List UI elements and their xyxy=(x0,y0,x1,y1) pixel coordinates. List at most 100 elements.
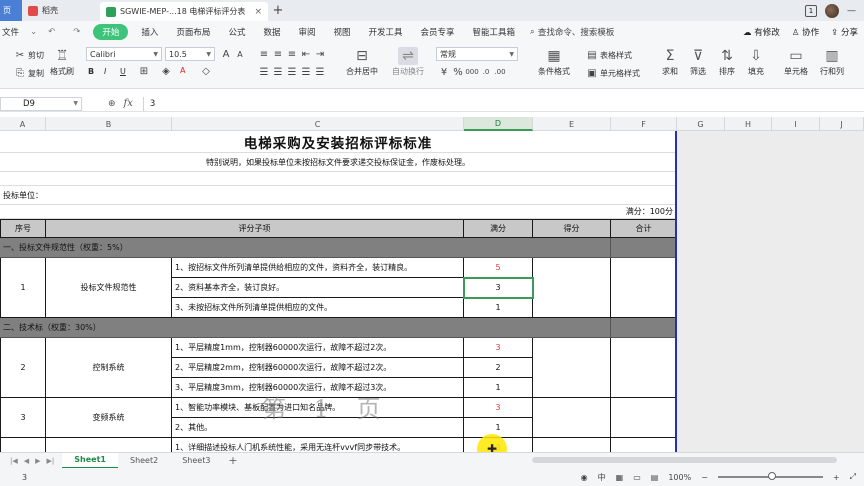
menu-file[interactable]: 文件 xyxy=(0,26,28,38)
column-header-a[interactable]: A xyxy=(0,117,46,131)
sheet-tab-3[interactable]: Sheet3 xyxy=(170,453,222,469)
zoom-out-icon[interactable]: − xyxy=(701,473,708,482)
formula-input[interactable]: 3 xyxy=(142,96,864,111)
menu-formula[interactable]: 公式 xyxy=(219,26,254,38)
font-size-select[interactable]: 10.5 ▼ xyxy=(165,47,215,61)
section-total-cell[interactable] xyxy=(611,318,677,338)
new-tab-button[interactable]: + xyxy=(268,0,288,21)
name-box[interactable]: D9 ▼ xyxy=(0,96,82,111)
horizontal-scrollbar[interactable] xyxy=(532,457,837,463)
menu-view[interactable]: 视图 xyxy=(324,26,359,38)
input-mode[interactable]: 中 xyxy=(598,472,606,483)
italic-button[interactable]: I xyxy=(104,67,106,76)
sheet-title[interactable]: 电梯采购及安装招标评标标准 xyxy=(0,131,677,153)
total-cell[interactable] xyxy=(611,438,677,452)
column-header-j[interactable]: J xyxy=(820,117,864,131)
format-painter-button[interactable]: ♖ 格式刷 xyxy=(50,47,74,77)
menu-home[interactable]: 开始 xyxy=(93,24,129,40)
header-full[interactable]: 满分 xyxy=(464,219,533,238)
close-tab-icon[interactable]: × xyxy=(254,7,262,17)
zoom-level[interactable]: 100% xyxy=(668,473,691,482)
header-total[interactable]: 合计 xyxy=(611,219,677,238)
cut-button[interactable]: ✂ 剪切 xyxy=(14,49,44,61)
total-cell[interactable] xyxy=(611,338,677,398)
sort-button[interactable]: ⇅ 排序 xyxy=(717,47,737,77)
menu-undo-icon[interactable]: ↶ xyxy=(39,27,64,37)
tab-home[interactable]: 页 xyxy=(0,0,22,21)
total-cell[interactable] xyxy=(611,398,677,438)
align-top-group[interactable]: ≡ ≡ ≡ ⇤ ⇥ xyxy=(258,48,326,60)
font-color-button[interactable]: A xyxy=(180,66,185,75)
score-cell[interactable] xyxy=(533,438,611,452)
criteria-cell[interactable]: 3、未按招标文件所列清单提供相应的文件。 xyxy=(172,298,464,318)
menu-smart-toolbox[interactable]: 智能工具箱 xyxy=(464,26,525,38)
share-button[interactable]: ⇪ 分享 xyxy=(831,26,858,38)
sheet-note[interactable]: 特别说明，如果投标单位未按招标文件要求递交投标保证金，作废标处理。 xyxy=(0,153,677,172)
column-header-h[interactable]: H xyxy=(725,117,772,131)
add-sheet-button[interactable]: + xyxy=(222,454,243,467)
menu-redo-icon[interactable]: ↷ xyxy=(64,27,89,37)
menu-insert[interactable]: 插入 xyxy=(132,26,167,38)
prev-sheet-icon[interactable]: ◀ xyxy=(24,457,29,465)
full-score-cell[interactable]: 1 xyxy=(464,298,533,318)
blank-row[interactable] xyxy=(0,172,677,186)
sheet-tab-1[interactable]: Sheet1 xyxy=(62,452,118,469)
avatar[interactable] xyxy=(825,3,839,18)
next-sheet-icon[interactable]: ▶ xyxy=(35,457,40,465)
clear-format-button[interactable]: ◇ xyxy=(200,65,212,77)
group-name[interactable] xyxy=(46,438,172,452)
bold-button[interactable]: B xyxy=(88,67,94,76)
full-score-cell[interactable]: 3 xyxy=(464,398,533,418)
column-header-e[interactable]: E xyxy=(533,117,611,131)
number-format-group[interactable]: ¥% 000.0.00 xyxy=(438,66,506,78)
criteria-cell[interactable]: 2、资料基本齐全，装订良好。 xyxy=(172,278,464,298)
criteria-cell[interactable]: 1、详细描述投标人门机系统性能，采用无连杆vvvf同步带技术。 xyxy=(172,438,464,452)
page-break-view-icon[interactable]: ▤ xyxy=(651,473,659,482)
section-row[interactable]: 二、技术标（权重：30%） xyxy=(0,318,611,338)
fill-color-button[interactable]: ◈ xyxy=(160,65,172,77)
modified-button[interactable]: ☁ 有修改 xyxy=(743,26,780,38)
border-button[interactable]: ⊞ xyxy=(138,65,150,77)
group-no[interactable]: 1 xyxy=(0,258,46,318)
zoom-in-icon[interactable]: + xyxy=(833,473,840,482)
full-score-cell[interactable]: 1 xyxy=(464,378,533,398)
sum-button[interactable]: Σ 求和 xyxy=(660,47,680,77)
cell-button[interactable]: ▭ 单元格 xyxy=(784,47,808,77)
total-cell[interactable] xyxy=(611,258,677,318)
section-row[interactable]: 一、投标文件规范性（权重：5%） xyxy=(0,238,611,258)
group-name[interactable]: 控制系统 xyxy=(46,338,172,398)
align-horizontal-group[interactable]: ☰ ☰ ☰ ☰ ☰ xyxy=(258,66,326,78)
font-name-select[interactable]: Calibri ▼ xyxy=(86,47,162,61)
wrap-text-button[interactable]: ⇌ 自动换行 xyxy=(392,47,424,77)
fill-button[interactable]: ⇩ 填充 xyxy=(746,47,766,77)
table-style-button[interactable]: ▤ 表格样式 xyxy=(586,49,632,61)
menu-member[interactable]: 会员专享 xyxy=(412,26,464,38)
criteria-cell[interactable]: 2、平层精度2mm，控制器60000次运行，故障不超过2次。 xyxy=(172,358,464,378)
sheet-tab-2[interactable]: Sheet2 xyxy=(118,453,170,469)
last-sheet-icon[interactable]: ▶| xyxy=(47,457,55,465)
copy-button[interactable]: ⎘ 复制 xyxy=(14,67,44,79)
collaborate-button[interactable]: ♙ 协作 xyxy=(792,26,819,38)
bidder-label[interactable]: 投标单位： xyxy=(0,186,677,205)
minimize-icon[interactable]: — xyxy=(847,6,856,16)
cell-style-button[interactable]: ▣ 单元格样式 xyxy=(586,67,640,79)
window-count-badge[interactable]: 1 xyxy=(805,4,817,17)
score-cell[interactable] xyxy=(533,258,611,318)
zoom-icon[interactable]: ⊕ xyxy=(108,99,116,109)
tab-draft[interactable]: 稻壳 xyxy=(22,0,100,21)
column-header-f[interactable]: F xyxy=(611,117,677,131)
column-header-d[interactable]: D xyxy=(464,117,533,131)
normal-view-icon[interactable]: ▦ xyxy=(616,473,624,482)
underline-button[interactable]: U xyxy=(120,67,126,76)
menu-developer[interactable]: 开发工具 xyxy=(360,26,412,38)
font-grow-button[interactable]: AA xyxy=(220,48,246,60)
header-no[interactable]: 序号 xyxy=(0,219,46,238)
column-header-c[interactable]: C xyxy=(172,117,464,131)
section-total-cell[interactable] xyxy=(611,238,677,258)
filter-button[interactable]: ⊽ 筛选 xyxy=(688,47,708,77)
score-cell[interactable] xyxy=(533,338,611,398)
full-score-cell[interactable]: 5 xyxy=(464,258,533,278)
merge-center-button[interactable]: ⊟ 合并居中 xyxy=(346,47,378,77)
number-format-select[interactable]: 常规 ▼ xyxy=(436,47,518,61)
header-score[interactable]: 得分 xyxy=(533,219,611,238)
